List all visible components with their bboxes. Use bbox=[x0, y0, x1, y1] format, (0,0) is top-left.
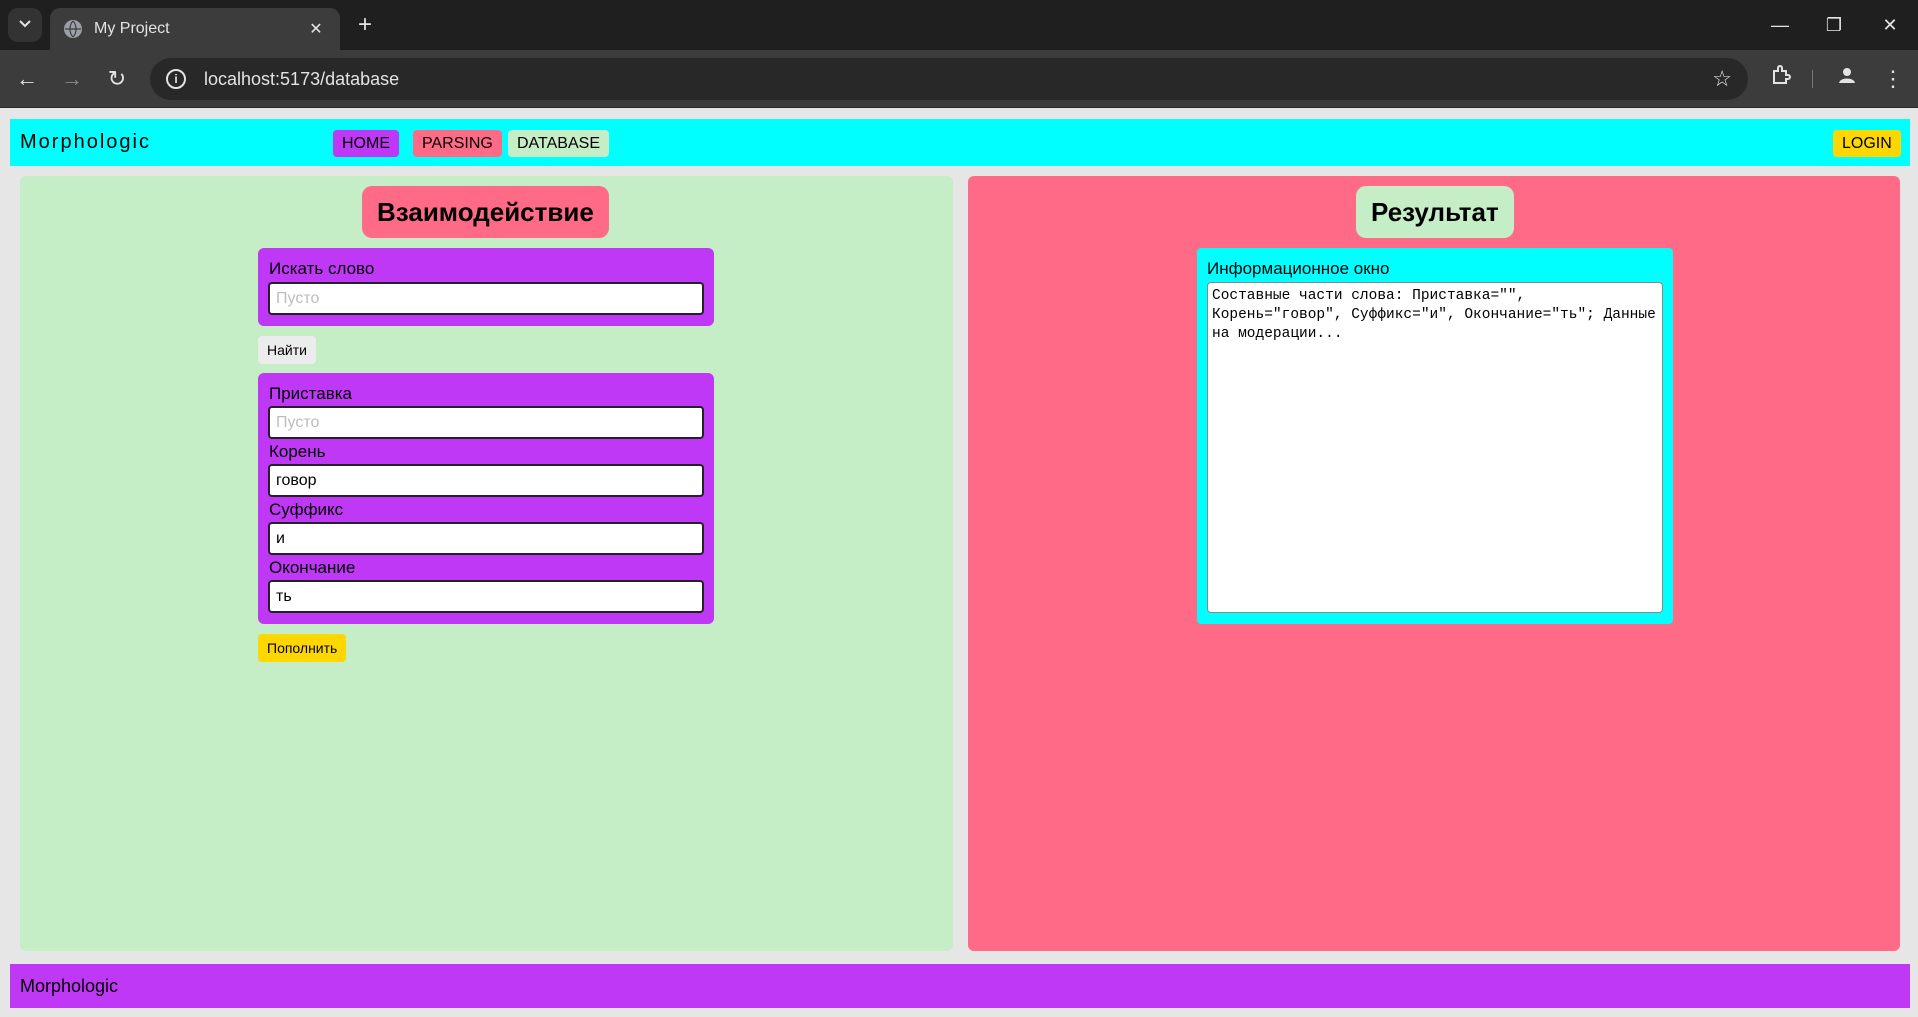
nav-parsing-link[interactable]: PARSING bbox=[413, 130, 502, 157]
address-bar[interactable]: i localhost:5173/database ☆ bbox=[150, 58, 1748, 100]
site-info-icon[interactable]: i bbox=[166, 69, 186, 89]
bookmark-star-icon[interactable]: ☆ bbox=[1712, 66, 1732, 92]
tab-search-button[interactable] bbox=[8, 8, 42, 42]
forward-arrow-icon[interactable]: → bbox=[55, 62, 89, 96]
info-window-label: Информационное окно bbox=[1207, 259, 1390, 278]
ending-label: Окончание bbox=[269, 558, 356, 577]
nav-database-link[interactable]: DATABASE bbox=[508, 130, 609, 157]
globe-icon bbox=[64, 20, 82, 38]
search-form: Искать слово bbox=[258, 248, 714, 326]
more-menu-icon[interactable]: ⋮ bbox=[1878, 64, 1908, 94]
result-title: Результат bbox=[1356, 186, 1514, 238]
ending-input[interactable] bbox=[268, 580, 704, 613]
app-header: Morphologic HOME PARSING DATABASE LOGIN bbox=[10, 119, 1910, 166]
interaction-panel: Взаимодействие Искать слово Найти Приста… bbox=[20, 176, 953, 951]
extensions-icon[interactable] bbox=[1766, 64, 1796, 94]
profile-icon[interactable] bbox=[1832, 64, 1862, 94]
page-viewport: Morphologic HOME PARSING DATABASE LOGIN … bbox=[0, 108, 1918, 1017]
search-input[interactable] bbox=[268, 282, 704, 315]
app-footer: Morphologic bbox=[10, 964, 1910, 1008]
brand-logo[interactable]: Morphologic bbox=[20, 131, 151, 154]
nav-home-link[interactable]: HOME bbox=[333, 130, 399, 157]
root-input[interactable] bbox=[268, 464, 704, 497]
suffix-label: Суффикс bbox=[269, 500, 344, 519]
interaction-title: Взаимодействие bbox=[362, 186, 609, 238]
info-window: Информационное окно Составные части слов… bbox=[1197, 248, 1673, 624]
add-word-button[interactable]: Пополнить bbox=[258, 634, 347, 662]
info-window-text[interactable]: Составные части слова: Приставка="", Кор… bbox=[1207, 282, 1663, 613]
tab-title: My Project bbox=[94, 20, 170, 37]
suffix-input[interactable] bbox=[268, 522, 704, 555]
chevron-down-icon bbox=[18, 16, 32, 35]
minimize-window-icon[interactable]: — bbox=[1760, 10, 1800, 40]
close-tab-icon[interactable]: ✕ bbox=[306, 19, 326, 39]
word-parts-form: Приставка Корень Суффикс Окончание bbox=[258, 373, 714, 624]
browser-toolbar: ← → ↻ i localhost:5173/database ☆ ⋮ bbox=[0, 50, 1918, 108]
reload-icon[interactable]: ↻ bbox=[100, 62, 134, 96]
result-panel: Результат Информационное окно Составные … bbox=[968, 176, 1900, 951]
footer-text: Morphologic bbox=[20, 976, 119, 996]
browser-tabstrip: My Project ✕ + — ❐ ✕ bbox=[0, 0, 1918, 50]
prefix-label: Приставка bbox=[269, 384, 353, 403]
login-button[interactable]: LOGIN bbox=[1833, 130, 1901, 157]
back-arrow-icon[interactable]: ← bbox=[10, 62, 44, 96]
toolbar-separator bbox=[1812, 70, 1813, 88]
restore-window-icon[interactable]: ❐ bbox=[1814, 10, 1854, 40]
close-window-icon[interactable]: ✕ bbox=[1870, 10, 1910, 40]
find-button[interactable]: Найти bbox=[258, 336, 316, 364]
new-tab-button[interactable]: + bbox=[352, 12, 378, 38]
url-text[interactable]: localhost:5173/database bbox=[204, 69, 1712, 90]
root-label: Корень bbox=[269, 442, 326, 461]
prefix-input[interactable] bbox=[268, 406, 704, 439]
browser-tab[interactable]: My Project ✕ bbox=[50, 8, 340, 50]
search-label: Искать слово bbox=[269, 259, 375, 278]
